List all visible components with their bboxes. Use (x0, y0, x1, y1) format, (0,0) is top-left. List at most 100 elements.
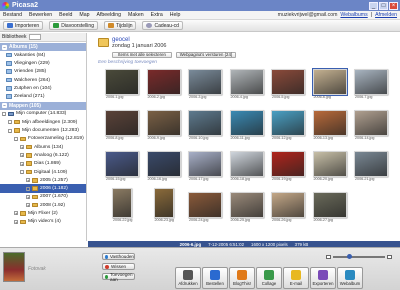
order-button[interactable]: Bestellen (202, 267, 228, 289)
folder-item[interactable]: - Fotoverzameling (12.819) (0, 135, 86, 143)
photo-thumbnail[interactable]: 2006-25.jpg (229, 192, 264, 222)
expand-toggle[interactable]: + (20, 161, 24, 166)
photo-thumbnail[interactable]: 2006-19.jpg (271, 151, 305, 181)
photo-thumbnail[interactable]: 2006-6.jpg (311, 68, 348, 99)
menu-file[interactable]: Bestand (3, 12, 22, 18)
photo-thumbnail[interactable]: 2006-7.jpg (354, 69, 388, 99)
folder-item[interactable]: + Albums (134) (0, 143, 86, 151)
email-button[interactable]: E-mail (283, 267, 309, 289)
menu-folder[interactable]: Map (79, 12, 89, 18)
folder-item[interactable]: + Analoog (6.122) (0, 151, 86, 159)
expand-toggle[interactable]: + (26, 194, 30, 199)
photo-thumbnail[interactable]: 2006-20.jpg (312, 151, 347, 181)
upload-webpage-button[interactable]: Webpagina's versturen (24) (176, 52, 236, 58)
photo-thumbnail[interactable]: 2006-5.jpg (271, 69, 305, 99)
zoom-track[interactable] (333, 254, 385, 260)
webalbums-link[interactable]: Webalbums (340, 12, 367, 18)
album-item[interactable]: Vakanties (84) (0, 51, 86, 59)
menu-picture[interactable]: Afbeelding (97, 12, 122, 18)
photo-thumbnail[interactable]: 2006-12.jpg (271, 110, 305, 140)
album-item[interactable]: Vliegingen (229) (0, 59, 86, 67)
album-item[interactable]: Vrienden (285) (0, 68, 86, 76)
photo-thumbnail[interactable]: 2006-9.jpg (146, 110, 181, 140)
timeline-button[interactable]: Tijdslijn (103, 21, 137, 30)
expand-toggle[interactable]: + (14, 211, 18, 216)
clear-button[interactable]: Wissen (102, 263, 135, 270)
album-item[interactable]: Zutphen en (104) (0, 84, 86, 92)
collage-button[interactable]: Collage (256, 267, 282, 289)
expand-toggle[interactable]: + (26, 203, 30, 208)
select-all-button[interactable]: Items met alle selecteren (112, 52, 172, 58)
album-item[interactable]: Zeeland (271) (0, 92, 86, 100)
photo-thumbnail[interactable]: 2006-17.jpg (188, 151, 222, 181)
zoom-knob[interactable] (347, 254, 352, 260)
expand-toggle[interactable]: - (20, 170, 24, 175)
folder-item[interactable]: +2005 (1.257) (0, 176, 86, 184)
sign-out-link[interactable]: Afmelden (375, 12, 397, 18)
blog-button[interactable]: BlogThis! (229, 267, 255, 289)
photo-thumbnail[interactable]: 2006-14.jpg (354, 110, 388, 140)
expand-toggle[interactable]: + (26, 178, 30, 183)
print-button[interactable]: Afdrukken (175, 267, 201, 289)
photo-thumbnail[interactable]: 2006-13.jpg (312, 110, 347, 140)
gift-cd-button[interactable]: Cadeau-cd (142, 21, 183, 30)
photo-thumbnail[interactable]: 2006-11.jpg (229, 110, 264, 140)
photo-thumbnail[interactable]: 2006-27.jpg (312, 192, 347, 222)
photo-thumbnail[interactable]: 2006-24.jpg (188, 192, 222, 222)
expand-toggle[interactable]: - (8, 120, 12, 125)
folder-item[interactable]: +2007 (1.670) (0, 193, 86, 201)
menu-edit[interactable]: Bewerken (29, 12, 52, 18)
photo-thumbnail[interactable]: 2006-3.jpg (188, 69, 222, 99)
photo-thumbnail[interactable]: 2006-22.jpg (112, 188, 132, 222)
close-button[interactable]: × (389, 1, 398, 10)
maximize-button[interactable]: □ (379, 1, 388, 10)
slideshow-button[interactable]: Diavoorstelling (49, 21, 98, 30)
photo-thumbnail[interactable]: 2006-10.jpg (188, 110, 222, 140)
folder-item[interactable]: + Mijn Flixer (2) (0, 209, 86, 217)
webalbum-button[interactable]: Webalbum (337, 267, 363, 289)
folder-item[interactable]: +2008 (1.92) (0, 201, 86, 209)
photo-thumbnail[interactable]: 2006-2.jpg (146, 69, 181, 99)
photo-thumbnail[interactable]: 2006-15.jpg (105, 151, 139, 181)
minimize-button[interactable]: _ (369, 1, 378, 10)
albums-section-header[interactable]: − Albums (15) (0, 43, 86, 51)
zoom-in-icon[interactable] (387, 255, 392, 259)
expand-toggle[interactable]: - (26, 186, 30, 191)
expand-toggle[interactable]: - (8, 128, 12, 133)
folder-item[interactable]: - 2006 (1.182) (0, 184, 86, 193)
expand-toggle[interactable]: + (20, 145, 24, 150)
folder-item[interactable]: + Dias (1.869) (0, 160, 86, 168)
zoom-out-icon[interactable] (326, 255, 331, 259)
photo-thumbnail[interactable]: 2006-1.jpg (105, 69, 139, 99)
expand-toggle[interactable]: + (14, 219, 18, 224)
zoom-slider[interactable] (326, 254, 392, 260)
export-button[interactable]: Exporteren (310, 267, 336, 289)
expand-toggle[interactable]: - (2, 111, 6, 116)
photo-thumbnail[interactable]: 2006-18.jpg (229, 151, 264, 181)
photo-thumbnail[interactable]: 2006-21.jpg (354, 151, 388, 181)
import-button[interactable]: Importeren (3, 21, 44, 30)
folders-section-header[interactable]: − Mappen (105) (0, 101, 86, 110)
photo-thumbnail[interactable]: 2006-23.jpg (153, 188, 174, 222)
folder-item[interactable]: - Mijn computer (14.833) (0, 110, 86, 118)
folder-item[interactable]: - Mijn afbeeldingen (2.309) (0, 118, 86, 126)
photo-thumbnail[interactable]: 2006-26.jpg (271, 192, 305, 222)
album-item[interactable]: Walcheren (264) (0, 76, 86, 84)
menu-create[interactable]: Maken (128, 12, 144, 18)
hold-button[interactable]: Vasthouden (102, 253, 135, 260)
tray-photo[interactable] (3, 252, 25, 282)
expand-toggle[interactable]: + (20, 153, 24, 158)
folder-item[interactable]: - Digitaal (4.109) (0, 168, 86, 176)
photo-thumbnail[interactable]: 2006-16.jpg (146, 151, 181, 181)
add-to-button[interactable]: Toevoegen aan (102, 272, 135, 282)
photo-thumbnail[interactable]: 2006-4.jpg (229, 69, 264, 99)
photo-thumbnail[interactable]: 2006-8.jpg (105, 110, 139, 140)
view-toggle[interactable] (29, 34, 42, 40)
menu-tools[interactable]: Extra (151, 12, 163, 18)
menu-view[interactable]: Beeld (59, 12, 72, 18)
folder-description[interactable]: Een beschrijving toevoegen (98, 60, 157, 65)
folder-item[interactable]: + Mijn video's (4) (0, 218, 86, 226)
folder-item[interactable]: - Mijn documenten (12.283) (0, 126, 86, 134)
menu-help[interactable]: Help (170, 12, 181, 18)
expand-toggle[interactable]: - (14, 136, 18, 141)
